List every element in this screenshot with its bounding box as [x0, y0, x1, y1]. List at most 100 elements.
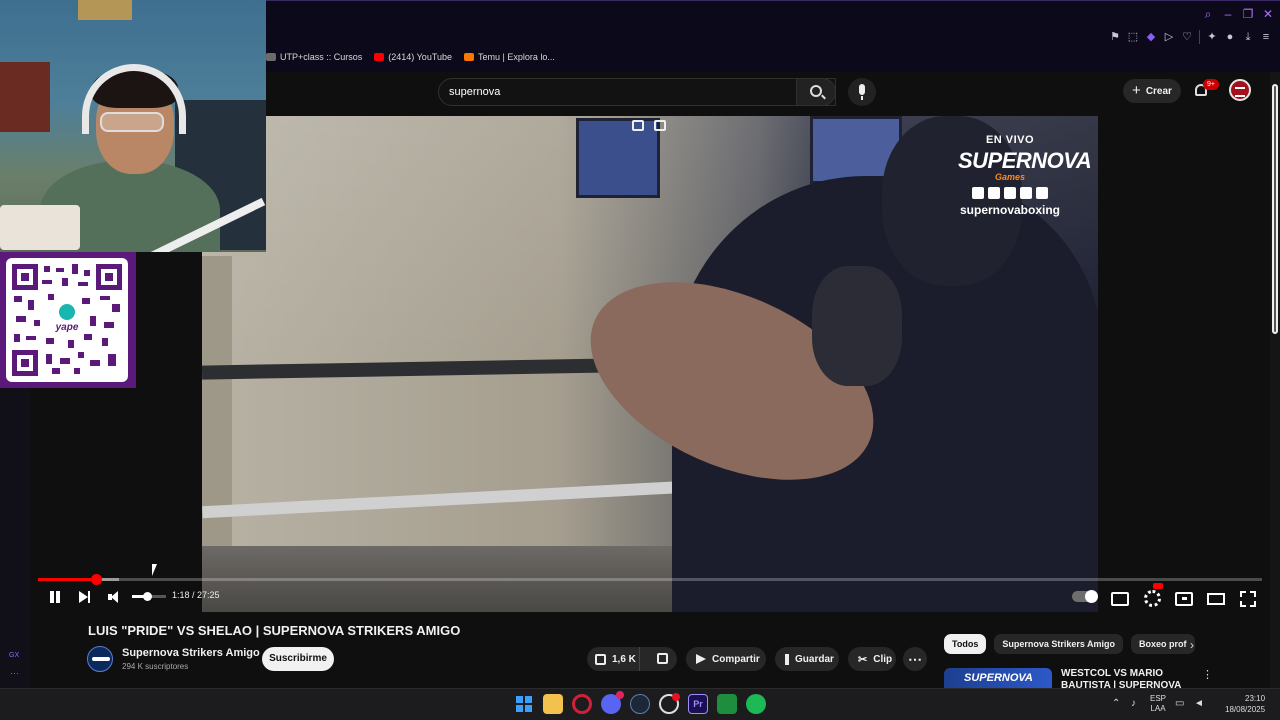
account-avatar[interactable]	[1229, 79, 1251, 101]
mic-tray-icon[interactable]: ♪	[1131, 699, 1141, 709]
spotify-icon[interactable]	[746, 694, 766, 714]
volume-slider[interactable]	[132, 592, 166, 601]
search-button[interactable]	[796, 78, 836, 106]
clip-label: Clip	[873, 653, 893, 665]
snapshot-icon[interactable]: ⬚	[1127, 30, 1139, 44]
like-dislike-group: 1,6 K	[587, 647, 677, 671]
discord-icon[interactable]	[601, 691, 624, 714]
clip-button[interactable]: ✂ Clip	[848, 647, 896, 671]
player-controls: 1:18 / 27:25	[38, 583, 1262, 608]
search-box[interactable]: ✕	[438, 78, 836, 106]
clock-date: 18/08/2025	[1225, 705, 1266, 714]
brand-logo: SUPERNOVA	[958, 148, 1092, 173]
recommendation-thumbnail[interactable]: SUPERNOVA	[944, 668, 1052, 690]
profile-icon[interactable]: ●	[1224, 30, 1236, 44]
settings-gear-icon[interactable]	[1142, 588, 1161, 607]
extensions-bar: ⚑ ⬚ ◆ ▷ ♡ ✦ ● ⤓ ≡	[1109, 30, 1272, 44]
fullscreen-icon[interactable]	[1238, 588, 1256, 607]
maximize-icon[interactable]: ❐	[1242, 6, 1254, 22]
file-explorer-icon[interactable]	[543, 694, 563, 714]
search-input[interactable]	[449, 83, 769, 101]
menu-icon[interactable]: ≡	[1260, 30, 1272, 44]
minimize-icon[interactable]: –	[1222, 6, 1234, 22]
pause-icon[interactable]	[46, 588, 64, 606]
live-label: EN VIVO	[985, 134, 1035, 146]
bookmark-youtube[interactable]: (2414) YouTube	[374, 52, 452, 62]
qr-donation-overlay: yape	[0, 252, 136, 388]
dislike-button[interactable]	[646, 647, 677, 671]
extensions-icon[interactable]: ✦	[1206, 30, 1218, 44]
more-options-icon[interactable]: ···	[10, 668, 19, 678]
channel-avatar[interactable]	[87, 646, 113, 672]
save-button[interactable]: Guardar	[775, 647, 839, 671]
microphone-icon	[859, 84, 865, 100]
notifications-button[interactable]: 9+	[1192, 79, 1219, 99]
next-icon[interactable]	[76, 588, 94, 606]
clock-time: 23:10	[1245, 694, 1266, 703]
bookmark-temu[interactable]: Temu | Explora lo...	[464, 52, 555, 62]
windows-start-icon[interactable]	[514, 694, 534, 714]
sheets-icon[interactable]	[717, 694, 737, 714]
miniplayer-icon[interactable]	[1174, 588, 1193, 606]
autoplay-toggle[interactable]	[1072, 590, 1098, 603]
steam-icon[interactable]	[630, 694, 650, 714]
gx-corner-label[interactable]: GX	[9, 652, 19, 659]
exit-icon[interactable]	[654, 120, 666, 131]
volume-icon[interactable]	[106, 588, 124, 606]
window-controls: ⌕ – ❐ ✕	[1202, 6, 1274, 22]
subscribe-button[interactable]: Suscribirme	[262, 647, 334, 671]
volume-knob[interactable]	[143, 592, 153, 601]
webcam-bg-chair	[0, 62, 50, 132]
social-icons	[958, 187, 1062, 199]
channel-name[interactable]: Supernova Strikers Amigo	[122, 647, 260, 659]
chevron-up-icon[interactable]: ⌃	[1112, 699, 1122, 709]
search-tabs-icon[interactable]: ⌕	[1202, 6, 1214, 22]
network-icon[interactable]: ▭	[1175, 699, 1185, 709]
clock[interactable]: 23:10 18/08/2025	[1225, 693, 1265, 715]
premiere-pro-icon[interactable]: Pr	[688, 694, 708, 714]
chevron-right-icon[interactable]: ›	[1190, 638, 1194, 652]
lang-line: LAA	[1150, 704, 1166, 713]
share-button[interactable]: Compartir	[686, 647, 766, 671]
download-icon[interactable]: ⤓	[1242, 30, 1254, 44]
chip-all[interactable]: Todos	[944, 634, 987, 654]
more-actions-button[interactable]: ⋯	[903, 647, 927, 671]
bookmark-utp[interactable]: UTP+class :: Cursos	[266, 52, 362, 62]
theater-mode-icon[interactable]	[1206, 588, 1225, 606]
scrollbar-thumb[interactable]	[1272, 84, 1278, 334]
heart-icon[interactable]: ♡	[1181, 30, 1193, 44]
voice-search-button[interactable]	[848, 78, 876, 106]
qr-code-icon: yape	[12, 264, 122, 376]
like-button[interactable]: 1,6 K	[587, 647, 640, 671]
chip-channel[interactable]: Supernova Strikers Amigo	[994, 634, 1124, 654]
youtube-favicon-icon	[374, 53, 385, 61]
bookmark-icon	[785, 653, 789, 665]
page-scrollbar[interactable]	[1270, 72, 1280, 688]
share-label: Compartir	[712, 653, 760, 665]
scrubber-handle[interactable]	[90, 574, 102, 585]
vpn-shield-icon[interactable]: ◆	[1145, 30, 1157, 44]
speaker-icon[interactable]: ◄	[1194, 699, 1204, 709]
play-icon[interactable]: ▷	[1163, 30, 1175, 44]
recommendation-title[interactable]: WESTCOL VS MARIO BAUTISTA | SUPERNOVA ST…	[1061, 668, 1201, 690]
video-title: LUIS "PRIDE" VS SHELAO | SUPERNOVA STRIK…	[88, 623, 461, 638]
bookmark-label: UTP+class :: Cursos	[280, 52, 363, 62]
close-window-icon[interactable]: ✕	[1262, 6, 1274, 22]
language-indicator[interactable]: ESP LAA	[1150, 694, 1166, 714]
video-frame-glove	[812, 266, 902, 386]
chip-boxing[interactable]: Boxeo prof	[1131, 634, 1195, 654]
picture-in-picture-icon[interactable]	[632, 120, 644, 131]
create-label: Crear	[1145, 85, 1172, 97]
progress-bar[interactable]	[38, 574, 1262, 585]
subtitles-icon[interactable]	[1110, 588, 1129, 606]
progress-played	[38, 578, 96, 581]
subscriber-count: 294 K suscriptores	[122, 662, 189, 671]
opera-gx-icon[interactable]	[572, 694, 592, 714]
create-button[interactable]: + Crear	[1123, 79, 1181, 103]
browser-sidebar: GX ···	[0, 388, 30, 693]
video-overlay-buttons	[632, 120, 666, 131]
notifications-badge: 9+	[1203, 79, 1219, 90]
obs-icon[interactable]	[659, 693, 680, 714]
pin-icon[interactable]: ⚑	[1109, 30, 1121, 44]
kebab-menu-icon[interactable]: ⋮	[1202, 668, 1213, 681]
